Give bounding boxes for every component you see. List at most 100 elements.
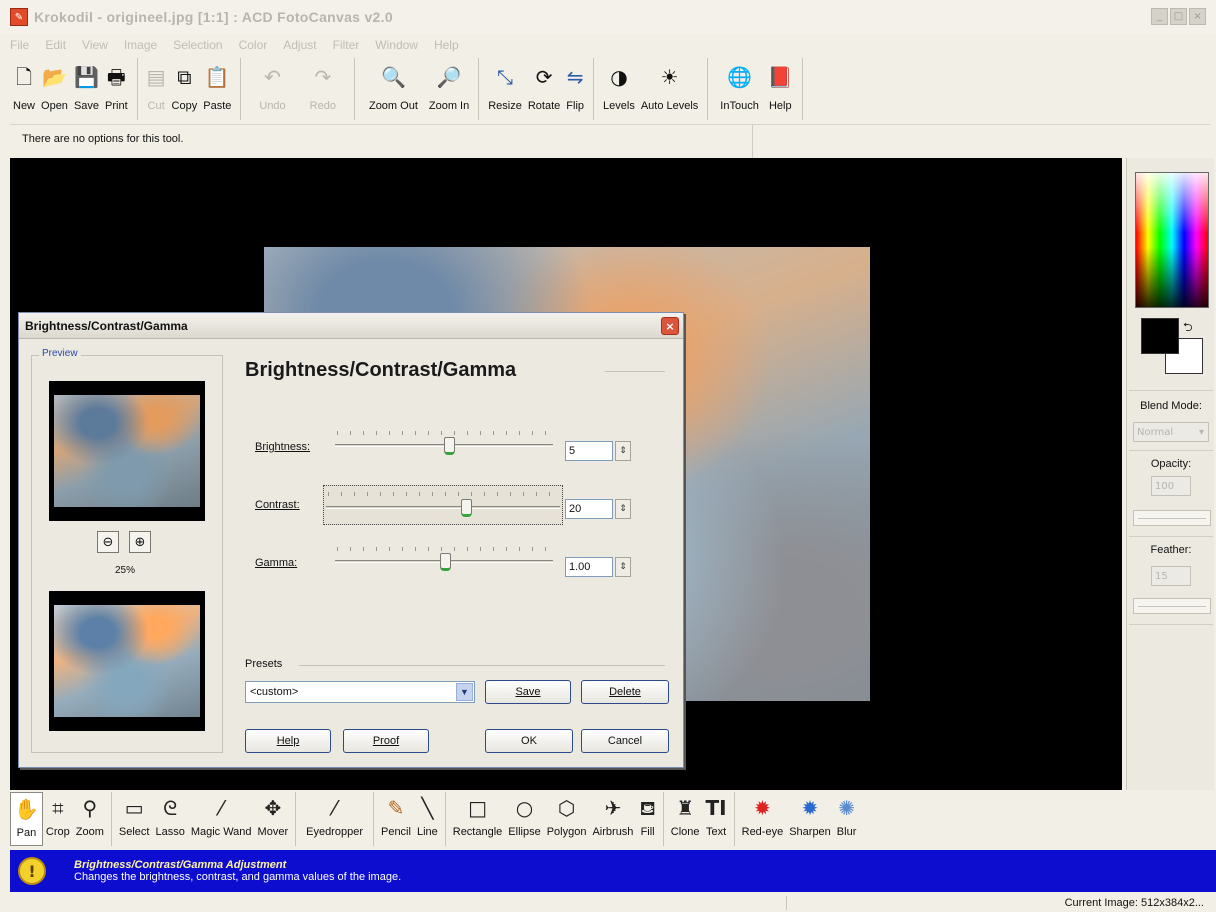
slider-thumb[interactable] <box>440 553 451 571</box>
flip-label: Flip <box>566 100 585 112</box>
line-label: Line <box>416 826 438 838</box>
gamma-input[interactable]: 1.00 <box>565 557 613 577</box>
opacity-input[interactable]: 100 <box>1151 476 1191 496</box>
opacity-slider[interactable] <box>1133 510 1211 526</box>
preview-zoom-out-icon[interactable]: ⊖ <box>97 531 119 553</box>
pencil-icon: ✎ <box>387 796 405 820</box>
menu-adjust[interactable]: Adjust <box>283 38 316 52</box>
zoom-label: Zoom <box>75 826 104 838</box>
paste-button[interactable]: 📋 Paste <box>200 58 234 120</box>
close-button[interactable]: × <box>1189 8 1206 25</box>
menu-image[interactable]: Image <box>124 38 157 52</box>
menu-window[interactable]: Window <box>375 38 418 52</box>
ellipse-tool[interactable]: ○ Ellipse <box>505 792 543 846</box>
menu-selection[interactable]: Selection <box>173 38 222 52</box>
resize-button[interactable]: ⤡ Resize <box>485 58 525 120</box>
slider-thumb[interactable] <box>461 499 473 517</box>
brightness-label: Brightness: <box>255 441 311 453</box>
contrast-slider[interactable] <box>323 485 563 525</box>
flip-button[interactable]: ⇋ Flip <box>563 58 587 120</box>
foreground-color-swatch[interactable] <box>1141 318 1179 354</box>
select-tool[interactable]: ▭ Select <box>116 792 153 846</box>
menu-edit[interactable]: Edit <box>45 38 66 52</box>
print-button[interactable]: 🖶 Print <box>102 58 131 120</box>
fill-label: Fill <box>640 826 655 838</box>
menu-filter[interactable]: Filter <box>333 38 360 52</box>
red-eye-tool[interactable]: ✹ Red-eye <box>739 792 787 846</box>
dialog-help-button[interactable]: Help <box>245 729 331 753</box>
presets-select[interactable]: <custom> ▼ <box>245 681 475 703</box>
airbrush-tool[interactable]: ✈ Airbrush <box>589 792 636 846</box>
pan-tool[interactable]: ✋ Pan <box>10 792 43 846</box>
menu-file[interactable]: File <box>10 38 29 52</box>
dialog-heading: Brightness/Contrast/Gamma <box>245 359 517 381</box>
rectangle-tool[interactable]: □ Rectangle <box>450 792 506 846</box>
maximize-button[interactable]: □ <box>1170 8 1187 25</box>
preview-zoom-level: 25% <box>115 565 136 576</box>
brightness-spinner[interactable]: ⇕ <box>615 441 631 461</box>
text-tool[interactable]: TI Text <box>703 792 730 846</box>
feather-slider[interactable] <box>1133 598 1211 614</box>
slider-thumb[interactable] <box>444 437 456 455</box>
chevron-down-icon[interactable]: ▼ <box>456 683 473 701</box>
presets-value: <custom> <box>250 686 299 698</box>
menu-help[interactable]: Help <box>434 38 459 52</box>
brightness-slider[interactable] <box>333 429 555 459</box>
opacity-label: Opacity: <box>1150 458 1192 470</box>
preview-zoom-in-icon[interactable]: ⊕ <box>129 531 151 553</box>
feather-input[interactable]: 15 <box>1151 566 1191 586</box>
intouch-button[interactable]: 🌐 InTouch <box>714 58 765 120</box>
zoom-tool[interactable]: ⚲ Zoom <box>73 792 107 846</box>
polygon-tool[interactable]: ⬡ Polygon <box>544 792 590 846</box>
dialog-title-bar[interactable]: Brightness/Contrast/Gamma <box>19 313 683 339</box>
save-button[interactable]: 💾 Save <box>71 58 102 120</box>
proof-button[interactable]: Proof <box>343 729 429 753</box>
dialog-close-icon[interactable]: × <box>661 317 679 335</box>
zoom-in-button[interactable]: 🔎 Zoom In <box>426 58 472 120</box>
save-preset-button[interactable]: Save <box>485 680 571 704</box>
color-spectrum[interactable] <box>1135 172 1209 308</box>
ok-button[interactable]: OK <box>485 729 573 753</box>
help-button[interactable]: 📕 Help <box>765 58 796 120</box>
menu-view[interactable]: View <box>82 38 108 52</box>
levels-button[interactable]: ◑ Levels <box>600 58 638 120</box>
ellipse-label: Ellipse <box>508 826 541 838</box>
gamma-slider[interactable] <box>333 545 555 575</box>
cancel-button[interactable]: Cancel <box>581 729 669 753</box>
blend-mode-select[interactable]: Normal ▾ <box>1133 422 1209 442</box>
menu-color[interactable]: Color <box>239 38 268 52</box>
line-tool[interactable]: ╲ Line <box>414 792 441 846</box>
contrast-input[interactable]: 20 <box>565 499 613 519</box>
shape-tools: □ Rectangle ○ Ellipse ⬡ Polygon ✈ Airbru… <box>450 792 664 846</box>
options-text: There are no options for this tool. <box>22 133 184 145</box>
new-button[interactable]: 🗋 New <box>10 58 38 120</box>
lasso-tool[interactable]: ᘓ Lasso <box>152 792 187 846</box>
contrast-spinner[interactable]: ⇕ <box>615 499 631 519</box>
mover-tool[interactable]: ✥ Mover <box>255 792 292 846</box>
swap-colors-icon[interactable]: ⮌ <box>1183 318 1193 339</box>
undo-button[interactable]: ↶ Undo <box>247 58 297 120</box>
crop-tool[interactable]: ⌗ Crop <box>43 792 73 846</box>
ellipse-icon: ○ <box>515 796 534 820</box>
delete-preset-button[interactable]: Delete <box>581 680 669 704</box>
fill-tool[interactable]: ⛾ Fill <box>636 792 658 846</box>
gamma-spinner[interactable]: ⇕ <box>615 557 631 577</box>
history-group: ↶ Undo ↷ Redo <box>247 58 355 120</box>
eyedropper-tool[interactable]: ⁄ Eyedropper <box>300 792 369 846</box>
zoom-out-button[interactable]: 🔍 Zoom Out <box>361 58 426 120</box>
rotate-button[interactable]: ⟳ Rotate <box>525 58 563 120</box>
sharpen-tool[interactable]: ✹ Sharpen <box>786 792 834 846</box>
auto-levels-button[interactable]: ☀ Auto Levels <box>638 58 701 120</box>
cut-label: Cut <box>147 100 165 112</box>
redo-button[interactable]: ↷ Redo <box>298 58 348 120</box>
pencil-tool[interactable]: ✎ Pencil <box>378 792 414 846</box>
magic-wand-tool[interactable]: ⁄ Magic Wand <box>188 792 255 846</box>
brightness-input[interactable]: 5 <box>565 441 613 461</box>
copy-button[interactable]: ⧉ Copy <box>169 58 201 120</box>
minimize-button[interactable]: _ <box>1151 8 1168 25</box>
open-button[interactable]: 📂 Open <box>38 58 71 120</box>
blur-tool[interactable]: ✺ Blur <box>834 792 860 846</box>
copy-icon: ⧉ <box>177 65 192 89</box>
clone-tool[interactable]: ♜ Clone <box>668 792 703 846</box>
cut-button[interactable]: ▤ Cut <box>144 58 169 120</box>
